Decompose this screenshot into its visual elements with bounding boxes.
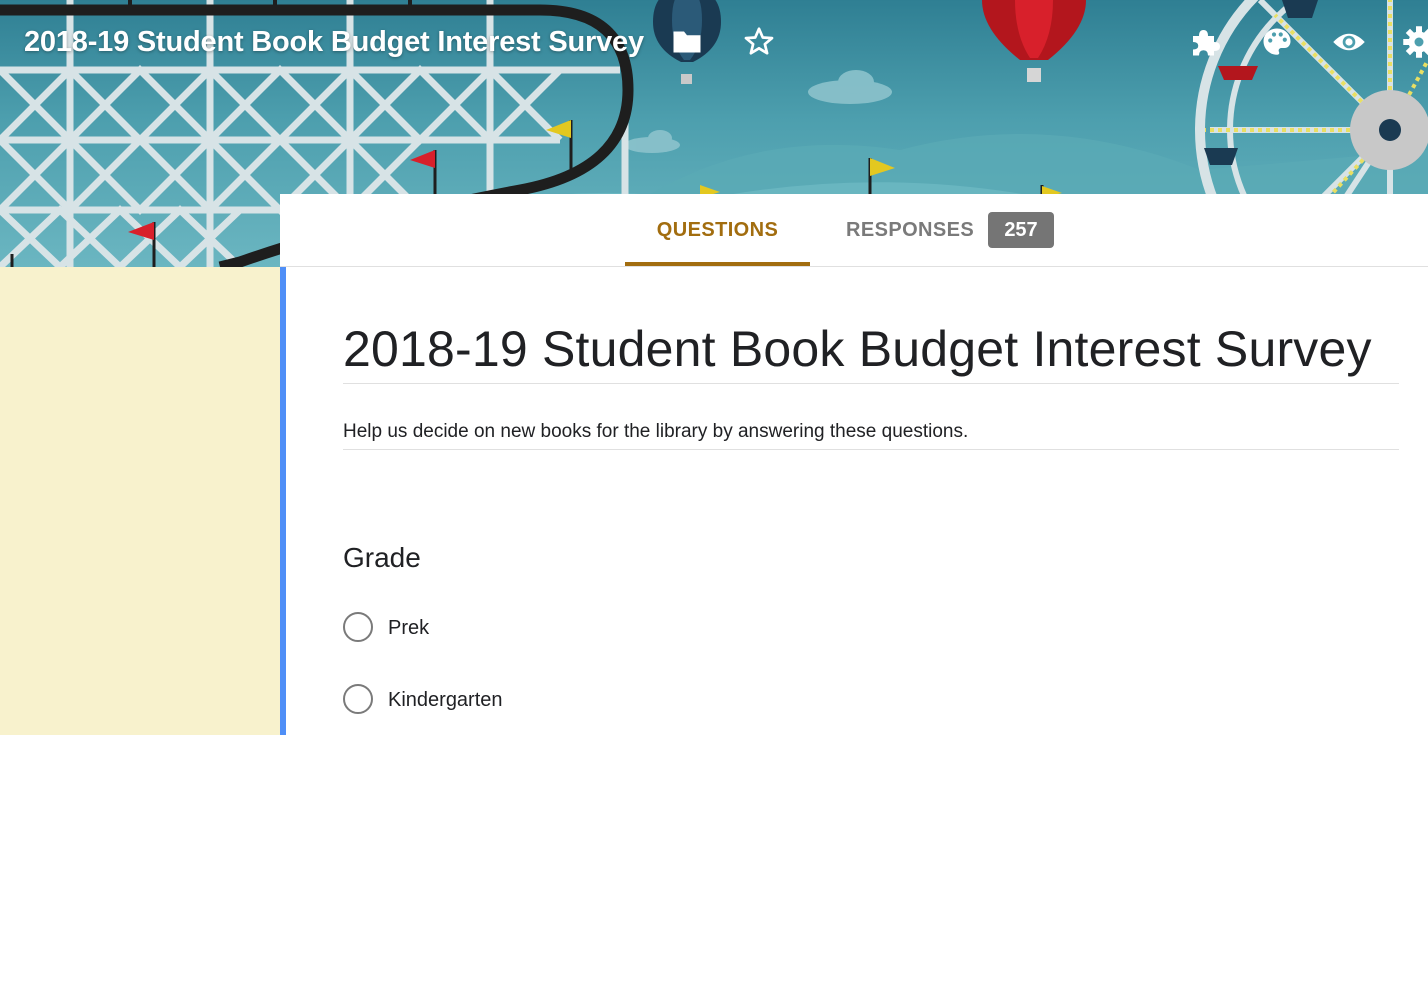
side-panel [0, 267, 280, 735]
focus-indicator-bar [280, 267, 286, 735]
responses-count-badge[interactable]: 257 [988, 212, 1054, 248]
radio-button[interactable] [343, 684, 373, 714]
form-title-field[interactable]: 2018-19 Student Book Budget Interest Sur… [343, 318, 1399, 384]
tab-questions[interactable]: QUESTIONS [625, 194, 810, 266]
palette-icon[interactable] [1259, 24, 1295, 60]
radio-button[interactable] [343, 612, 373, 642]
question-title[interactable]: Grade [343, 540, 421, 576]
tab-responses[interactable]: RESPONSES [846, 194, 974, 266]
folder-icon[interactable] [669, 24, 705, 60]
settings-gear-icon[interactable] [1401, 24, 1428, 60]
tabs-bar: QUESTIONS RESPONSES 257 [280, 194, 1428, 267]
option-label: Kindergarten [388, 689, 503, 711]
form-description-field[interactable]: Help us decide on new books for the libr… [343, 418, 1399, 450]
option-label: Prek [388, 617, 430, 639]
active-tab-indicator [625, 262, 810, 266]
preview-eye-icon[interactable] [1331, 24, 1367, 60]
star-icon[interactable] [741, 24, 777, 60]
document-title[interactable]: 2018-19 Student Book Budget Interest Sur… [24, 22, 644, 62]
addons-icon[interactable] [1187, 24, 1223, 60]
